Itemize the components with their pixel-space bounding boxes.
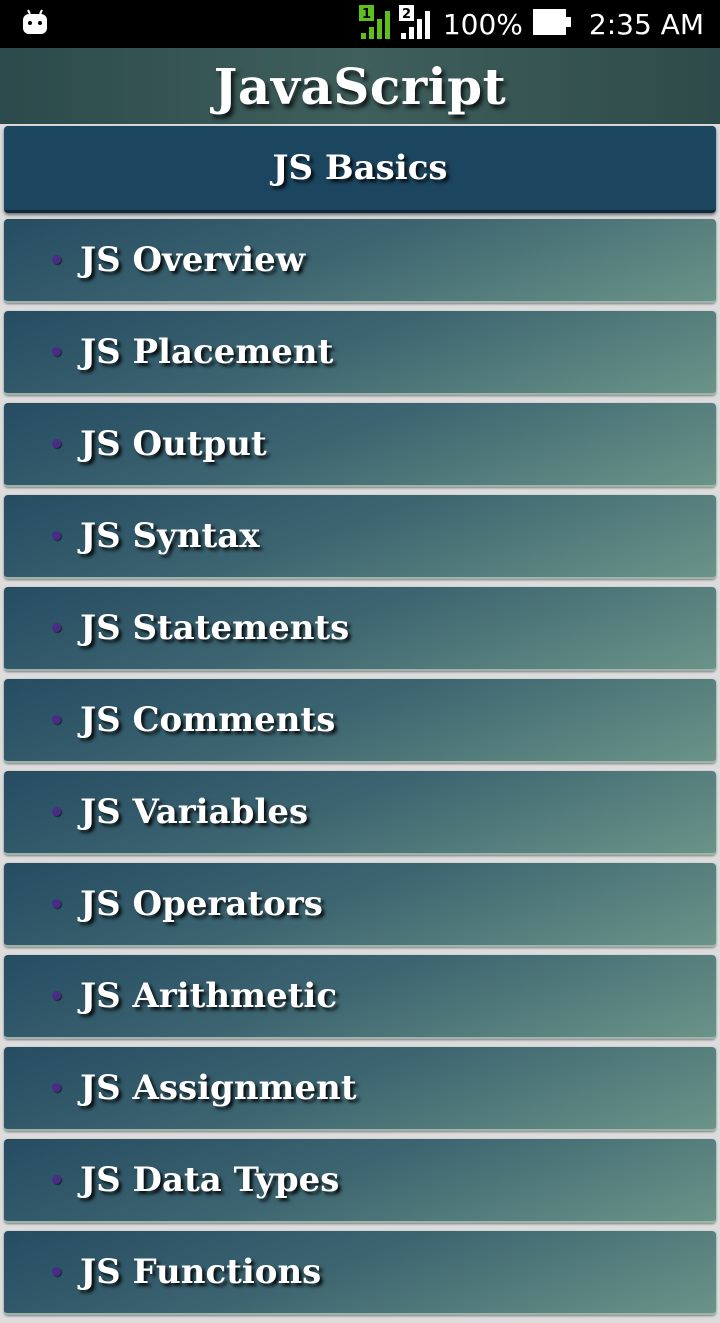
bullet-icon (52, 531, 61, 540)
list-item-js-variables[interactable]: JS Variables (4, 771, 716, 855)
svg-text:1: 1 (362, 7, 371, 22)
list-item-js-overview[interactable]: JS Overview (4, 219, 716, 303)
list-item-js-placement[interactable]: JS Placement (4, 311, 716, 395)
sim2-signal-icon: 2 (398, 5, 433, 43)
bullet-icon (52, 1175, 61, 1184)
list-item-label: JS Overview (80, 240, 305, 280)
app-bar: JavaScript (0, 48, 720, 124)
bullet-icon (52, 1267, 61, 1276)
android-debug-icon (22, 8, 48, 40)
list-item-label: JS Data Types (80, 1160, 340, 1200)
bullet-icon (52, 623, 61, 632)
bullet-icon (52, 807, 61, 816)
topic-list: JS Basics JS Overview JS Placement JS Ou… (4, 126, 716, 1323)
list-item-js-comments[interactable]: JS Comments (4, 679, 716, 763)
app-title: JavaScript (213, 56, 507, 116)
bullet-icon (52, 991, 61, 1000)
list-item-js-functions[interactable]: JS Functions (4, 1231, 716, 1315)
list-item-js-assignment[interactable]: JS Assignment (4, 1047, 716, 1131)
list-item-label: JS Arithmetic (80, 976, 338, 1016)
section-header[interactable]: JS Basics (4, 126, 716, 213)
list-item-label: JS Placement (80, 332, 334, 372)
list-item-label: JS Output (80, 424, 267, 464)
status-bar: 1 2 100% 2:35 AM (0, 0, 720, 48)
battery-icon (532, 9, 571, 39)
bullet-icon (52, 899, 61, 908)
list-item-label: JS Functions (80, 1252, 322, 1292)
list-item-js-data-types[interactable]: JS Data Types (4, 1139, 716, 1223)
svg-text:2: 2 (402, 7, 411, 22)
list-item-js-operators[interactable]: JS Operators (4, 863, 716, 947)
list-item-js-output[interactable]: JS Output (4, 403, 716, 487)
list-item-label: JS Assignment (80, 1068, 357, 1108)
bullet-icon (52, 347, 61, 356)
bullet-icon (52, 255, 61, 264)
list-item-js-statements[interactable]: JS Statements (4, 587, 716, 671)
list-item-label: JS Variables (80, 792, 309, 832)
bullet-icon (52, 439, 61, 448)
list-item-label: JS Statements (80, 608, 350, 648)
bullet-icon (52, 1083, 61, 1092)
bullet-icon (52, 715, 61, 724)
list-item-label: JS Operators (80, 884, 323, 924)
section-title: JS Basics (272, 148, 448, 188)
list-item-js-arithmetic[interactable]: JS Arithmetic (4, 955, 716, 1039)
sim1-signal-icon: 1 (358, 5, 393, 43)
list-item-label: JS Comments (80, 700, 336, 740)
list-item-label: JS Syntax (80, 516, 260, 556)
clock: 2:35 AM (588, 7, 704, 41)
battery-percent: 100% (442, 7, 523, 41)
list-item-js-syntax[interactable]: JS Syntax (4, 495, 716, 579)
